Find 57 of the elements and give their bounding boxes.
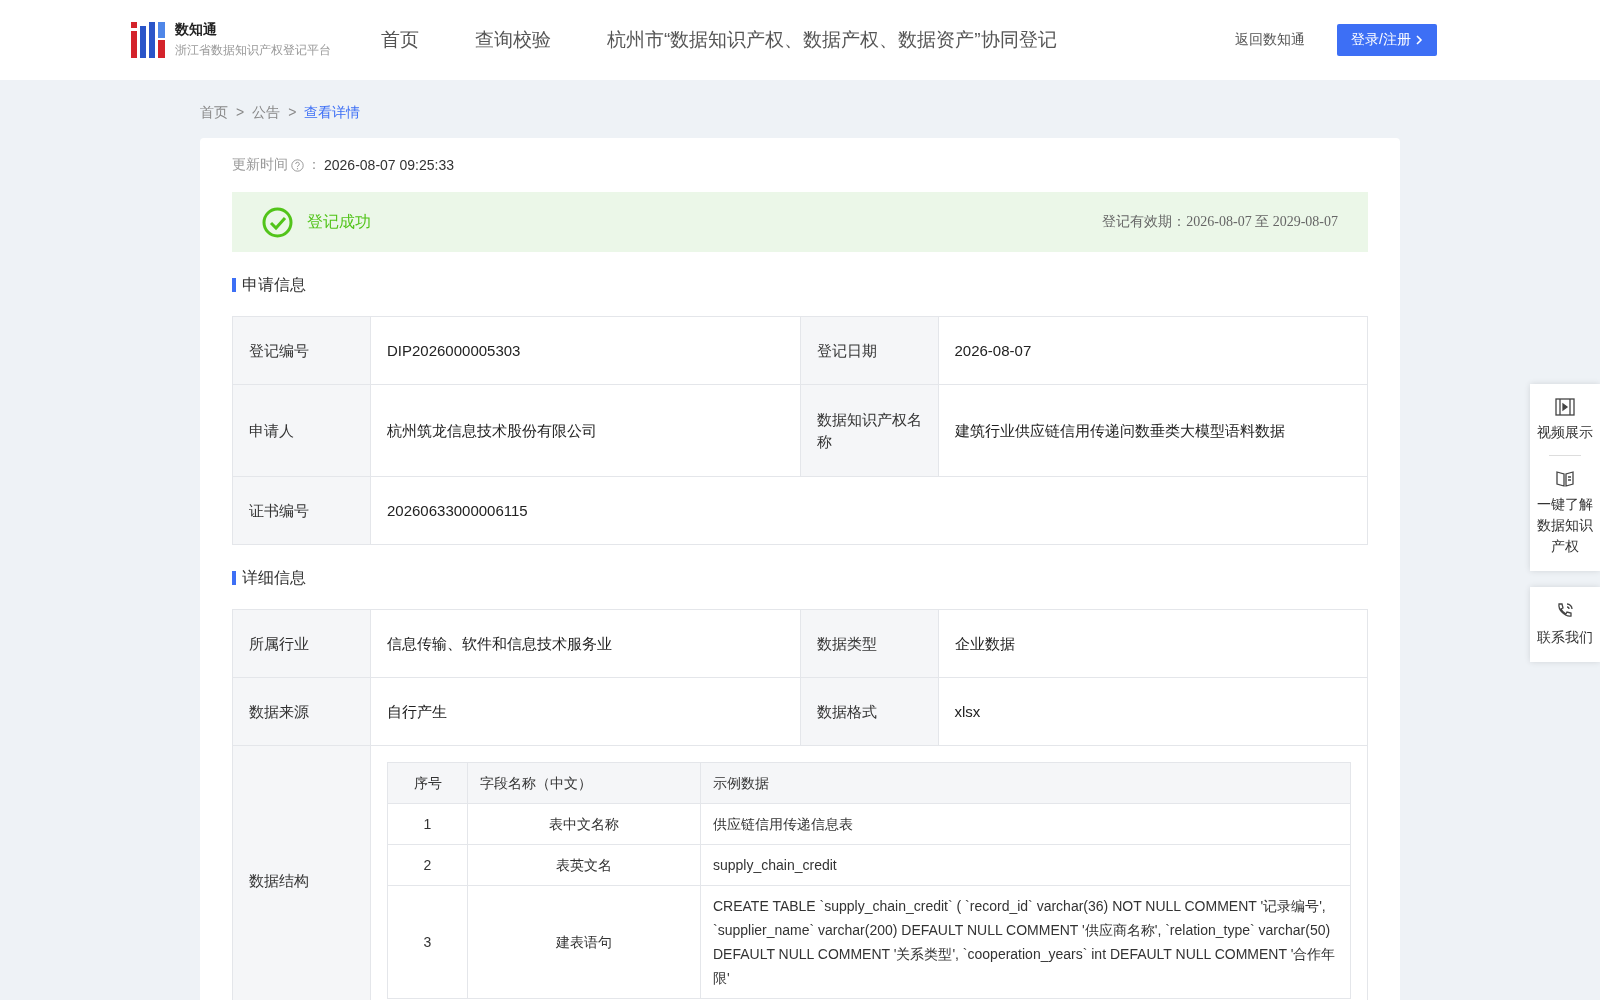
login-button[interactable]: 登录/注册: [1337, 24, 1437, 56]
breadcrumb-separator: >: [236, 104, 245, 122]
nav-link[interactable]: 查询校验: [475, 27, 551, 53]
table-cell: 1: [387, 803, 468, 845]
book-icon: [1555, 468, 1575, 488]
column-header: 示例数据: [700, 762, 1351, 804]
update-time-label: 更新时间: [232, 156, 288, 174]
table-cell: 表中文名称: [467, 803, 701, 845]
logo-icon: [131, 22, 165, 58]
field-label: 所属行业: [232, 609, 371, 678]
field-label: 数据类型: [800, 609, 938, 678]
field-value: 信息传输、软件和信息技术服务业: [370, 609, 800, 678]
nav-link[interactable]: 首页: [381, 27, 419, 53]
check-circle-icon: [262, 206, 293, 238]
film-icon: [1555, 398, 1575, 416]
back-link[interactable]: 返回数知通: [1235, 31, 1306, 49]
field-label: 数据格式: [800, 677, 938, 746]
section-title: 详细信息: [232, 571, 1368, 585]
field-label: 申请人: [232, 384, 371, 477]
field-value: 建筑行业供应链信用传递问数垂类大模型语料数据: [938, 384, 1368, 477]
status-text: 登记成功: [307, 211, 372, 232]
breadcrumb-separator: >: [288, 104, 297, 122]
breadcrumb-link[interactable]: 查看详情: [304, 104, 361, 122]
nav-link[interactable]: 杭州市“数据知识产权、数据产权、数据资产”协同登记: [607, 27, 1057, 53]
field-value: 自行产生: [370, 677, 800, 746]
table-cell: 建表语句: [467, 885, 701, 999]
table-cell: 2: [387, 844, 468, 886]
side-link[interactable]: 视频展示: [1531, 394, 1599, 447]
chevron-icon: [1415, 34, 1423, 46]
side-link[interactable]: 联系我们: [1531, 597, 1599, 652]
table-cell: supply_chain_credit: [700, 844, 1351, 886]
field-value: DIP2026000005303: [370, 316, 800, 385]
section-title: 申请信息: [232, 278, 1368, 292]
table-cell: CREATE TABLE `supply_chain_credit` ( `record_id` varchar(36) NOT NULL COMMENT '记录编号', `supplier_name` varchar(200) DEFAULT NULL COMMENT '供应商名称', `relation_type` varchar(50) DEFAULT NULL COMMENT '关系类型', `cooperation_years` int DEFAULT NULL COMMENT '合作年限': [700, 885, 1351, 999]
colon: ：: [307, 156, 321, 174]
field-label: 数据知识产权名称: [800, 384, 938, 477]
validity-text: 登记有效期：2026-08-07 至 2029-08-07: [1102, 213, 1338, 231]
field-label: 证书编号: [232, 476, 371, 545]
field-label: 数据结构: [232, 745, 371, 1000]
column-header: 序号: [387, 762, 468, 804]
table-cell: 3: [387, 885, 468, 999]
table-cell: 供应链信用传递信息表: [700, 803, 1351, 845]
field-label: 登记编号: [232, 316, 371, 385]
field-value: 企业数据: [938, 609, 1368, 678]
logo-subtitle: 浙江省数据知识产权登记平台: [175, 42, 331, 59]
column-header: 字段名称（中文）: [467, 762, 701, 804]
field-value: 20260633000006115: [370, 476, 1368, 545]
field-label: 数据来源: [232, 677, 371, 746]
field-value: 2026-08-07: [938, 316, 1368, 385]
side-link[interactable]: 一键了解数据知识产权: [1531, 464, 1599, 561]
help-icon[interactable]: [291, 158, 304, 172]
logo-title: 数知通: [175, 21, 218, 39]
field-label: 登记日期: [800, 316, 938, 385]
field-value: xlsx: [938, 677, 1368, 746]
table-cell: 表英文名: [467, 844, 701, 886]
update-time-value: 2026-08-07 09:25:33: [324, 157, 454, 173]
field-value: 杭州筑龙信息技术股份有限公司: [370, 384, 800, 477]
